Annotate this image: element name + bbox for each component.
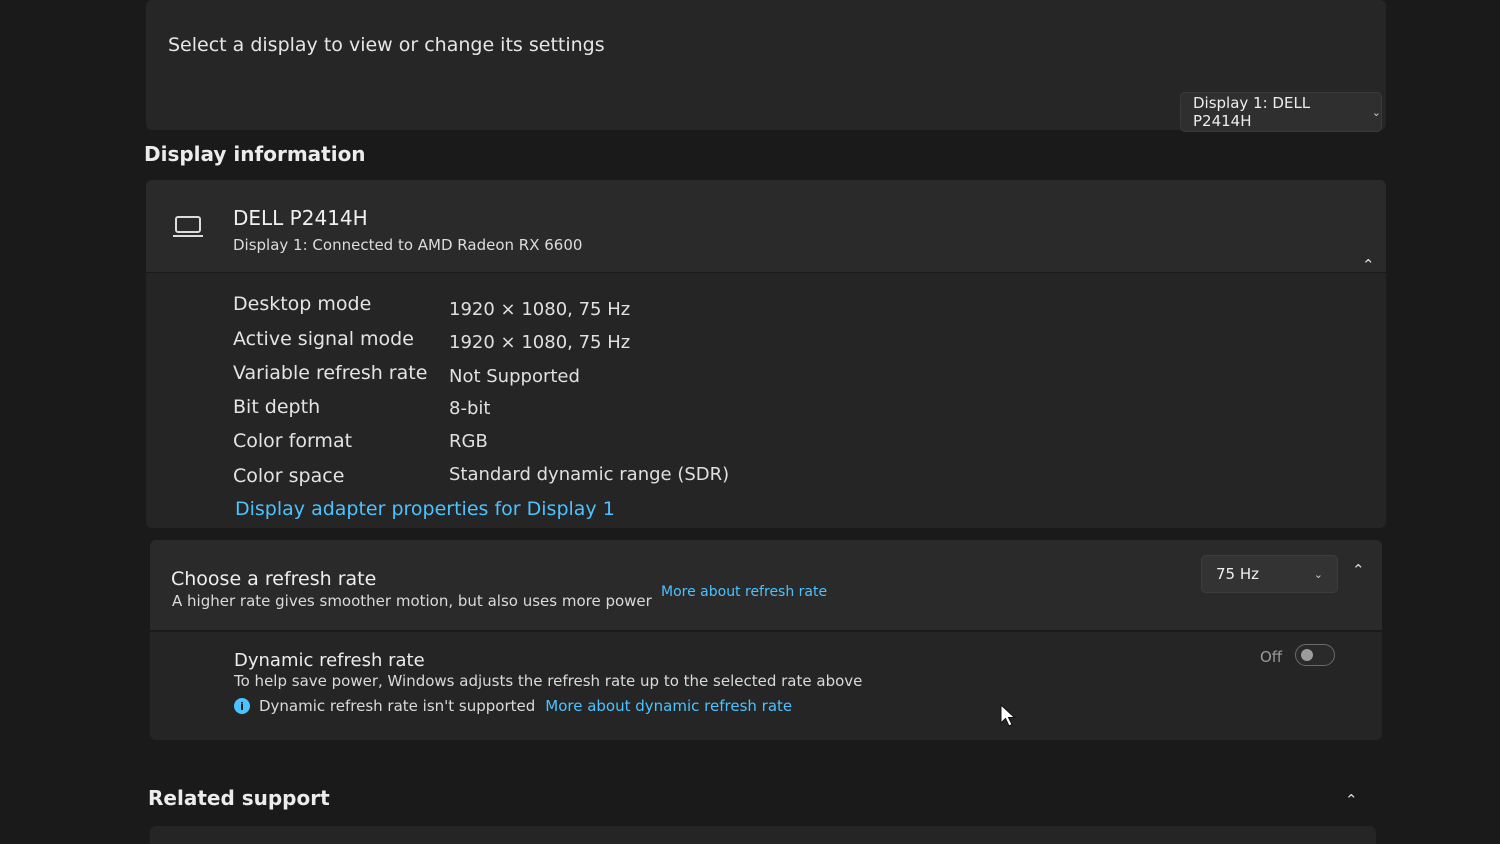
- collapse-refresh-rate-chevron-up-icon[interactable]: ⌃: [1352, 561, 1365, 579]
- display-selector-value: Display 1: DELL P2414H: [1193, 94, 1311, 130]
- display-information-title: Display information: [144, 142, 366, 166]
- toggle-knob: [1301, 649, 1313, 661]
- prop-value-active-signal-mode: 1920 × 1080, 75 Hz: [449, 332, 631, 353]
- dynamic-refresh-unsupported-text: Dynamic refresh rate isn't supported: [259, 697, 536, 715]
- refresh-rate-value: 75 Hz: [1216, 565, 1260, 583]
- refresh-rate-dropdown[interactable]: 75 Hz ⌄: [1201, 555, 1338, 593]
- related-support-title: Related support: [148, 786, 330, 810]
- more-about-refresh-rate-link[interactable]: More about refresh rate: [661, 584, 827, 600]
- laptop-icon: [173, 216, 203, 237]
- monitor-connection-subtitle: Display 1: Connected to AMD Radeon RX 66…: [233, 236, 583, 254]
- chevron-down-icon: ⌄: [1371, 105, 1381, 119]
- display-adapter-properties-link[interactable]: Display adapter properties for Display 1: [235, 498, 615, 520]
- related-support-card: [150, 826, 1376, 844]
- prop-value-variable-refresh-rate: Not Supported: [449, 366, 580, 387]
- prop-value-color-format: RGB: [449, 431, 488, 452]
- dynamic-refresh-title: Dynamic refresh rate: [234, 650, 425, 671]
- prop-label-variable-refresh-rate: Variable refresh rate: [233, 362, 428, 384]
- prop-label-color-format: Color format: [233, 430, 353, 452]
- display-selector-dropdown[interactable]: Display 1: DELL P2414H ⌄: [1180, 92, 1382, 132]
- prop-label-desktop-mode: Desktop mode: [233, 293, 372, 315]
- monitor-name: DELL P2414H: [233, 206, 368, 230]
- collapse-related-support-chevron-up-icon[interactable]: ⌃: [1345, 791, 1358, 809]
- refresh-rate-title: Choose a refresh rate: [171, 568, 377, 590]
- dynamic-refresh-toggle-label: Off: [1260, 648, 1283, 666]
- prop-label-color-space: Color space: [233, 465, 345, 487]
- refresh-rate-description: A higher rate gives smoother motion, but…: [172, 592, 652, 610]
- prop-value-color-space: Standard dynamic range (SDR): [449, 464, 730, 485]
- chevron-down-icon: ⌄: [1313, 567, 1323, 581]
- collapse-display-info-chevron-up-icon[interactable]: ⌃: [1362, 256, 1375, 274]
- prop-value-desktop-mode: 1920 × 1080, 75 Hz: [449, 299, 631, 320]
- prop-label-active-signal-mode: Active signal mode: [233, 328, 414, 350]
- dynamic-refresh-toggle[interactable]: [1295, 644, 1335, 666]
- mouse-cursor-icon: [1000, 704, 1016, 727]
- dynamic-refresh-description: To help save power, Windows adjusts the …: [234, 672, 863, 690]
- dynamic-refresh-note: i Dynamic refresh rate isn't supported M…: [234, 697, 792, 715]
- select-display-label: Select a display to view or change its s…: [168, 34, 605, 56]
- more-about-dynamic-refresh-link[interactable]: More about dynamic refresh rate: [545, 697, 792, 715]
- info-icon: i: [234, 698, 250, 714]
- prop-value-bit-depth: 8-bit: [449, 398, 491, 419]
- prop-label-bit-depth: Bit depth: [233, 396, 321, 418]
